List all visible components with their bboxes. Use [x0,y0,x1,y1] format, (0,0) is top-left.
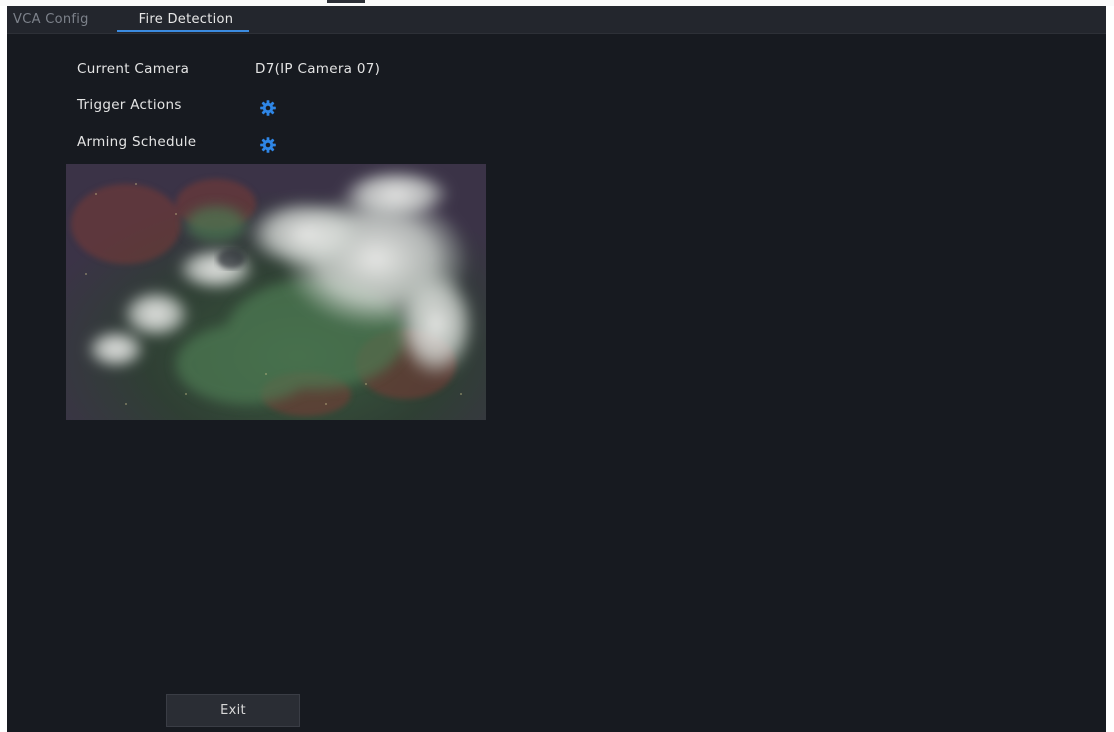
current-camera-value: D7(IP Camera 07) [255,61,381,77]
tab-fire-detection[interactable]: Fire Detection [122,10,250,30]
gear-icon[interactable] [259,99,277,117]
tab-vca-config[interactable]: VCA Config [13,10,89,30]
exit-button[interactable]: Exit [166,694,300,727]
camera-preview-image [66,164,486,420]
tab-bar: VCA Config Fire Detection [7,6,1106,34]
trigger-actions-label: Trigger Actions [77,97,182,113]
active-tab-indicator [117,30,249,32]
top-strip-mark [327,0,365,3]
gear-icon[interactable] [259,136,277,154]
camera-preview [66,164,486,420]
arming-schedule-label: Arming Schedule [77,134,197,150]
fire-detection-panel: VCA Config Fire Detection Current Camera… [7,6,1106,732]
current-camera-label: Current Camera [77,61,190,77]
